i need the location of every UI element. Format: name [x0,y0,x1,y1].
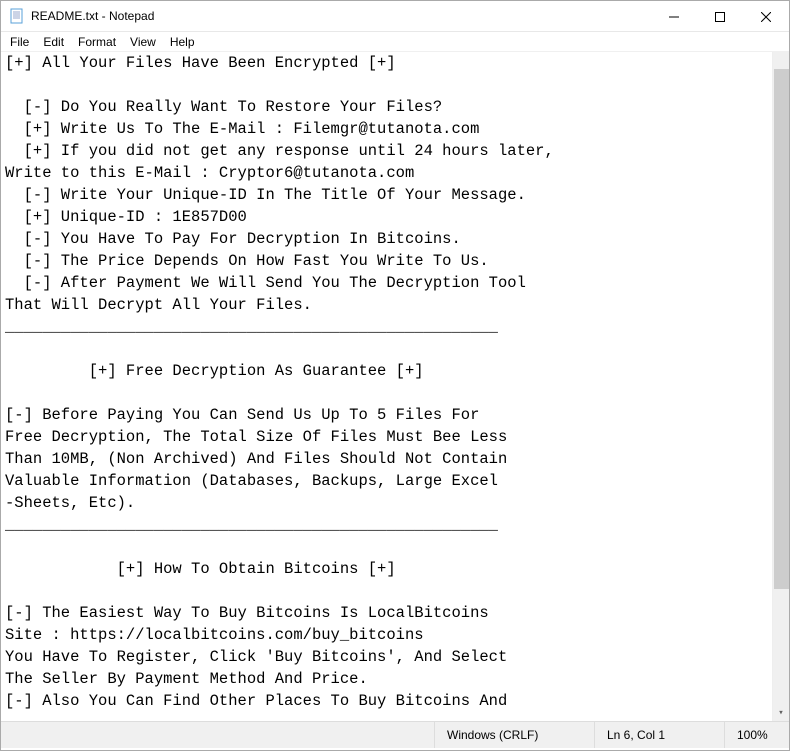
menu-help[interactable]: Help [163,33,202,51]
status-zoom: 100% [724,722,789,748]
status-line-ending: Windows (CRLF) [434,722,594,748]
window-title: README.txt - Notepad [31,9,651,23]
document-body: [+] All Your Files Have Been Encrypted [… [5,54,554,710]
close-button[interactable] [743,1,789,32]
menu-bar: File Edit Format View Help [1,32,789,52]
notepad-icon [9,8,25,24]
menu-format[interactable]: Format [71,33,123,51]
vertical-scrollbar[interactable]: ▴ ▾ [772,52,789,721]
window-controls [651,1,789,31]
menu-file[interactable]: File [3,33,36,51]
menu-view[interactable]: View [123,33,163,51]
minimize-button[interactable] [651,1,697,32]
scroll-down-arrow-icon[interactable]: ▾ [773,704,789,721]
window-titlebar: README.txt - Notepad [1,1,789,32]
menu-edit[interactable]: Edit [36,33,71,51]
scrollbar-thumb[interactable] [774,69,789,589]
maximize-button[interactable] [697,1,743,32]
text-area[interactable]: [+] All Your Files Have Been Encrypted [… [1,52,789,721]
status-bar: Windows (CRLF) Ln 6, Col 1 100% [1,721,789,748]
status-cursor-position: Ln 6, Col 1 [594,722,724,748]
